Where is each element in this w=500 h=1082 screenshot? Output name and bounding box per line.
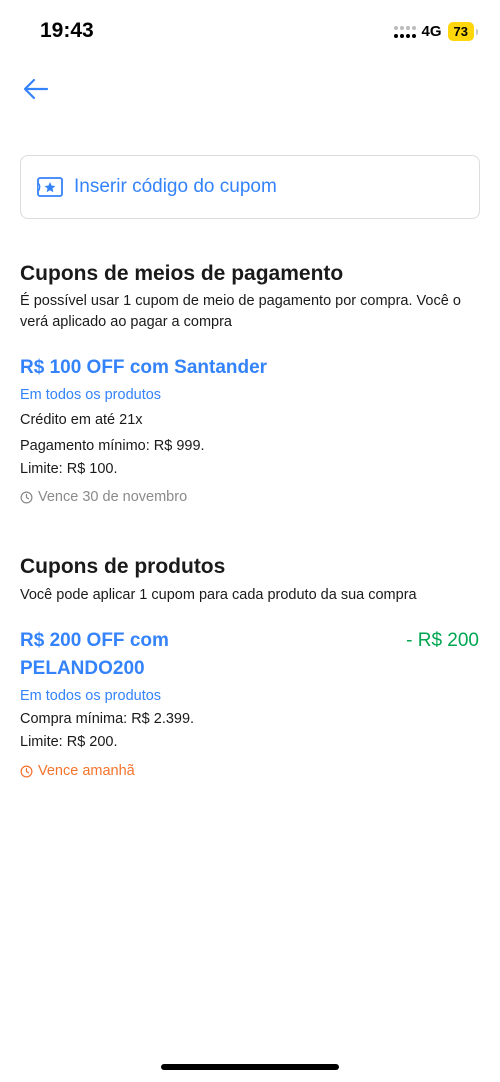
coupon-code-input[interactable]: Inserir código do cupom xyxy=(20,155,480,219)
payment-section-description: É possível usar 1 cupom de meio de pagam… xyxy=(20,293,461,330)
product-section-title: Cupons de produtos xyxy=(20,555,226,578)
product-coupon-discount: - R$ 200 xyxy=(406,630,479,651)
expiry-label: Vence 30 de novembro xyxy=(38,489,188,505)
product-coupon-expiry: Vence amanhã xyxy=(20,763,135,779)
clock-icon xyxy=(20,491,33,503)
payment-coupon-title[interactable]: R$ 100 OFF com Santander xyxy=(20,353,267,382)
product-coupon-detail: Compra mínima: R$ 2.399. xyxy=(20,711,195,727)
product-coupon-title-line2[interactable]: PELANDO200 xyxy=(20,654,145,683)
signal-icon xyxy=(393,24,416,40)
product-coupon-title-line1[interactable]: R$ 200 OFF com xyxy=(20,626,169,655)
payment-coupon-detail: Limite: R$ 100. xyxy=(20,461,118,477)
status-icons: 4G 73 xyxy=(393,22,478,41)
coupon-input-label: Inserir código do cupom xyxy=(74,176,277,197)
payment-coupon-detail: Crédito em até 21x xyxy=(20,412,143,428)
clock-icon xyxy=(20,765,33,777)
battery-tip xyxy=(476,28,478,35)
status-time: 19:43 xyxy=(40,19,94,42)
home-indicator[interactable] xyxy=(161,1064,339,1070)
product-coupon-scope: Em todos os produtos xyxy=(20,688,162,704)
expiry-label: Vence amanhã xyxy=(38,763,135,779)
arrow-left-icon xyxy=(23,78,49,100)
product-coupon-detail: Limite: R$ 200. xyxy=(20,734,118,750)
product-section-description: Você pode aplicar 1 cupom para cada prod… xyxy=(20,587,417,603)
ticket-star-icon xyxy=(37,177,63,197)
payment-coupon-scope: Em todos os produtos xyxy=(20,387,162,403)
payment-coupon-expiry: Vence 30 de novembro xyxy=(20,489,187,505)
back-button[interactable] xyxy=(20,74,52,104)
payment-coupon-detail: Pagamento mínimo: R$ 999. xyxy=(20,438,205,454)
status-bar: 19:43 4G 73 xyxy=(0,0,500,60)
payment-section-title: Cupons de meios de pagamento xyxy=(20,262,344,285)
battery-icon: 73 xyxy=(447,22,474,41)
network-label: 4G xyxy=(421,23,442,40)
